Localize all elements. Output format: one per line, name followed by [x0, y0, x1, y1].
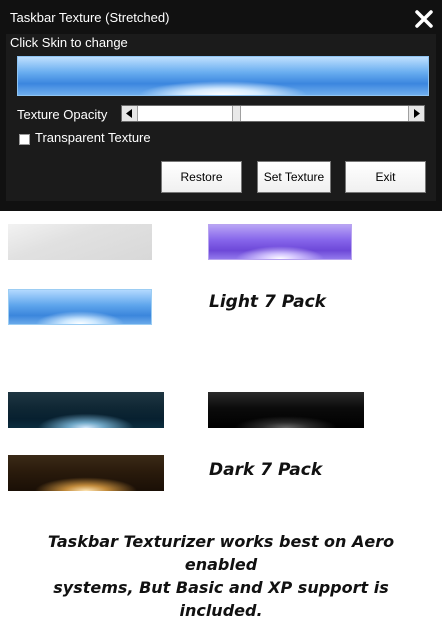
right-arrow-icon — [414, 109, 420, 118]
footer-note: Taskbar Texturizer works best on Aero en… — [10, 530, 432, 622]
dark-pack-label: Dark 7 Pack — [209, 460, 323, 480]
texture-swatch-blue — [8, 289, 152, 325]
exit-button[interactable]: Exit — [345, 161, 426, 193]
texture-swatch-brown — [8, 455, 164, 491]
scroll-left-button[interactable] — [122, 106, 138, 121]
texture-opacity-slider[interactable] — [121, 105, 425, 122]
transparent-texture-checkbox[interactable] — [19, 134, 30, 145]
footer-line-2: systems, But Basic and XP support is inc… — [53, 578, 389, 620]
texture-opacity-label: Texture Opacity — [17, 107, 108, 122]
window-title: Taskbar Texture (Stretched) — [10, 10, 170, 25]
left-arrow-icon — [126, 109, 132, 118]
skin-preview[interactable] — [17, 56, 429, 96]
texture-swatch-teal — [8, 392, 164, 428]
footer-line-1: Taskbar Texturizer works best on Aero en… — [47, 532, 395, 574]
texture-swatch-purple — [208, 224, 352, 260]
slider-thumb[interactable] — [232, 106, 241, 121]
scroll-right-button[interactable] — [408, 106, 424, 121]
light-pack-label: Light 7 Pack — [209, 292, 326, 312]
set-texture-button[interactable]: Set Texture — [257, 161, 331, 193]
texture-swatch-black — [208, 392, 364, 428]
close-button[interactable] — [414, 9, 434, 29]
close-icon — [415, 10, 433, 28]
transparent-texture-label: Transparent Texture — [35, 130, 151, 145]
skin-hint: Click Skin to change — [10, 35, 128, 50]
restore-button[interactable]: Restore — [161, 161, 242, 193]
texture-window: Taskbar Texture (Stretched) Click Skin t… — [0, 0, 442, 211]
texture-swatch-white — [8, 224, 152, 260]
